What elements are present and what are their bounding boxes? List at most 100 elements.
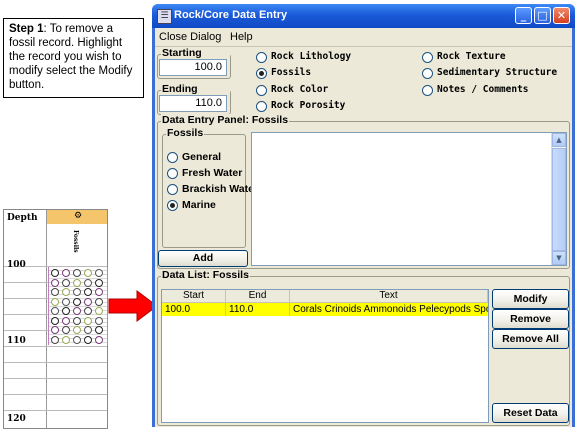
- cell-start: 100.0: [162, 303, 226, 316]
- strip-gridline: [4, 410, 107, 411]
- fossil-symbol-icon: [51, 316, 59, 325]
- strip-depth-column: [4, 210, 47, 428]
- radio-label-rock-texture: Rock Texture: [437, 51, 506, 62]
- minimize-button[interactable]: _: [515, 7, 532, 24]
- strip-depth-header: Depth: [7, 213, 38, 223]
- fossil-symbol-icon: [95, 307, 103, 315]
- radio-label-rock-color: Rock Color: [271, 84, 329, 95]
- fossil-icon: ⚙: [74, 211, 83, 221]
- radio-rock-color[interactable]: [256, 85, 267, 96]
- radio-rock-texture[interactable]: [422, 52, 433, 63]
- instruction-step-label: Step 1: [9, 23, 44, 35]
- rock-core-dialog: ☰ Rock/Core Data Entry _ □ ✕ Close Dialo…: [152, 4, 575, 427]
- strip-log: Depth ⚙ Fossils 100 110 120: [3, 209, 108, 429]
- scroll-up-icon[interactable]: ▲: [552, 133, 566, 147]
- fossil-symbol-icon: [95, 297, 103, 306]
- fossil-symbol-icon: [84, 269, 92, 277]
- radio-label-rock-porosity: Rock Porosity: [271, 100, 346, 111]
- add-button[interactable]: Add: [158, 250, 248, 267]
- ending-depth-field[interactable]: 110.0: [159, 95, 227, 112]
- fossil-symbol-icon: [73, 269, 81, 277]
- strip-gridline: [4, 378, 107, 379]
- maximize-button[interactable]: □: [534, 7, 551, 24]
- fossil-symbol-icon: [73, 278, 81, 287]
- radio-label-general: General: [182, 151, 222, 163]
- data-list-table[interactable]: Start End Text 100.0 110.0 Corals Crinoi…: [161, 289, 489, 423]
- fossil-symbol-icon: [73, 297, 81, 306]
- radio-label-sedimentary-structure: Sedimentary Structure: [437, 67, 558, 78]
- fossil-symbol-icon: [84, 278, 92, 287]
- strip-depth-tick: 120: [7, 414, 26, 424]
- column-header-text[interactable]: Text: [290, 290, 488, 303]
- reset-data-button[interactable]: Reset Data: [492, 403, 569, 423]
- fossil-symbol-icon: [51, 297, 59, 306]
- fossil-symbol-icon: [84, 297, 92, 306]
- fossil-symbol-icon: [51, 288, 59, 296]
- strip-depth-tick: 110: [7, 336, 26, 346]
- cell-end: 110.0: [226, 303, 290, 316]
- strip-gridline: [4, 362, 107, 363]
- radio-label-notes-comments: Notes / Comments: [437, 84, 529, 95]
- fossil-symbol-icon: [95, 288, 103, 296]
- fossil-symbol-icon: [51, 278, 59, 287]
- fossil-symbol-icon: [62, 335, 70, 344]
- strip-gridline: [4, 346, 107, 347]
- java-app-icon: ☰: [157, 9, 172, 24]
- strip-gridline: [4, 394, 107, 395]
- remove-button[interactable]: Remove: [492, 309, 569, 329]
- fossil-symbol-icon: [95, 326, 103, 334]
- fossil-symbol-icon: [95, 278, 103, 287]
- menu-close-dialog[interactable]: Close Dialog: [159, 31, 221, 43]
- radio-fresh-water[interactable]: [167, 168, 178, 179]
- modify-button[interactable]: Modify: [492, 289, 569, 309]
- strip-fossils-label: Fossils: [72, 230, 79, 253]
- fossil-symbol-icon: [62, 297, 70, 306]
- menu-help[interactable]: Help: [230, 31, 253, 43]
- fossil-symbol-icon: [62, 278, 70, 287]
- radio-brackish-water[interactable]: [167, 184, 178, 195]
- table-row[interactable]: 100.0 110.0 Corals Crinoids Ammonoids Pe…: [162, 303, 488, 316]
- fossil-symbol-icon: [51, 326, 59, 334]
- instruction-callout: Step 1: To remove a fossil record. Highl…: [3, 18, 144, 98]
- fossil-symbol-icon: [62, 326, 70, 334]
- fossil-symbol-icon: [51, 307, 59, 315]
- fossil-symbol-icon: [73, 307, 81, 315]
- radio-rock-porosity[interactable]: [256, 101, 267, 112]
- fossil-symbol-icon: [73, 288, 81, 296]
- strip-fossil-pattern: [48, 267, 108, 345]
- radio-notes-comments[interactable]: [422, 85, 433, 96]
- fossil-symbol-icon: [62, 288, 70, 296]
- fossils-type-title: Fossils: [166, 127, 205, 139]
- menu-bar: Close Dialog Help: [155, 28, 572, 47]
- dialog-client-area: Close Dialog Help Starting Depth: 100.0 …: [155, 28, 572, 427]
- fossil-symbol-icon: [84, 316, 92, 325]
- radio-label-brackish-water: Brackish Water: [182, 183, 259, 195]
- radio-rock-lithology[interactable]: [256, 52, 267, 63]
- fossil-symbol-icon: [84, 288, 92, 296]
- data-entry-panel-title: Data Entry Panel: Fossils: [161, 114, 290, 126]
- column-header-end[interactable]: End: [226, 290, 290, 303]
- radio-label-marine: Marine: [182, 199, 216, 211]
- fossil-symbol-icon: [62, 269, 70, 277]
- scroll-down-icon[interactable]: ▼: [552, 251, 566, 265]
- close-button[interactable]: ✕: [553, 7, 570, 24]
- column-header-start[interactable]: Start: [162, 290, 226, 303]
- data-list-title: Data List: Fossils: [161, 269, 250, 281]
- fossil-symbol-icon: [73, 326, 81, 334]
- fossil-symbol-icon: [73, 335, 81, 344]
- starting-depth-field[interactable]: 100.0: [159, 59, 227, 76]
- fossil-symbol-icon: [84, 326, 92, 334]
- radio-fossils[interactable]: [256, 68, 267, 79]
- radio-sedimentary-structure[interactable]: [422, 68, 433, 79]
- title-bar[interactable]: ☰ Rock/Core Data Entry _ □ ✕: [152, 4, 575, 28]
- fossil-symbol-icon: [84, 307, 92, 315]
- radio-general[interactable]: [167, 152, 178, 163]
- radio-label-fresh-water: Fresh Water: [182, 167, 243, 179]
- vertical-scrollbar[interactable]: ▲ ▼: [551, 133, 566, 265]
- radio-label-fossils: Fossils: [271, 67, 312, 78]
- radio-marine[interactable]: [167, 200, 178, 211]
- scroll-thumb[interactable]: [552, 148, 566, 251]
- fossil-list-area[interactable]: ▲ ▼: [251, 132, 567, 266]
- remove-all-button[interactable]: Remove All: [492, 329, 569, 349]
- fossil-symbol-icon: [95, 335, 103, 344]
